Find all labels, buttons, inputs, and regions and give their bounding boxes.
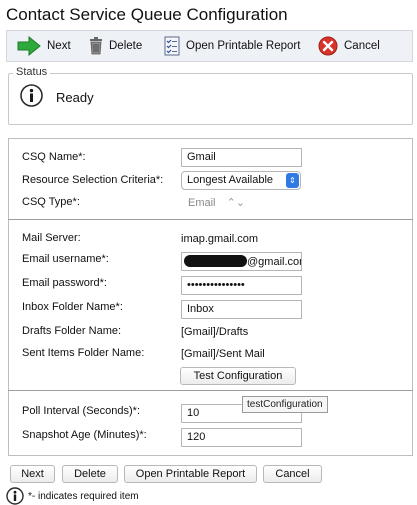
resource-selection-label: Resource Selection Criteria*: [22,174,164,186]
bottom-delete-button[interactable]: Delete [62,465,118,483]
email-password-input[interactable]: ••••••••••••••• [181,276,302,295]
toolbar: Next Delete Open Printable Report Cancel [6,30,413,62]
tooltip: testConfiguration [242,396,328,413]
mail-server-label: Mail Server: [22,232,81,244]
resource-selection-select[interactable]: Longest Available ⇕ [181,171,301,190]
email-password-label: Email password*: [22,277,107,289]
drafts-folder-value: [Gmail]/Drafts [181,326,249,338]
trash-icon [90,37,102,55]
open-printable-report-button[interactable]: Open Printable Report [164,31,300,61]
csq-name-label: CSQ Name*: [22,151,86,163]
separator [8,390,413,391]
resource-selection-value: Longest Available [187,174,274,186]
cancel-label: Cancel [344,40,380,52]
inbox-folder-input[interactable]: Inbox [181,300,302,319]
next-button[interactable]: Next [17,31,71,61]
snapshot-age-label: Snapshot Age (Minutes)*: [22,429,147,441]
info-icon [20,84,43,107]
cancel-button[interactable]: Cancel [318,31,380,61]
status-text: Ready [56,90,94,105]
print-label: Open Printable Report [186,40,301,52]
snapshot-age-input[interactable]: 120 [181,428,302,447]
delete-label: Delete [109,40,143,52]
bottom-cancel-button[interactable]: Cancel [263,465,322,483]
separator [8,219,413,220]
required-note: *- indicates required item [28,491,139,502]
select-arrows-icon: ⇕ [286,173,299,188]
test-configuration-button[interactable]: Test Configuration [180,367,296,385]
delete-button[interactable]: Delete [89,31,142,61]
red-x-icon [318,36,338,56]
page-title: Contact Service Queue Configuration [6,5,288,24]
next-label: Next [47,40,71,52]
drafts-folder-label: Drafts Folder Name: [22,325,122,337]
info-icon [6,487,24,505]
csq-type-label: CSQ Type*: [22,196,80,208]
bottom-next-button[interactable]: Next [10,465,55,483]
inbox-folder-label: Inbox Folder Name*: [22,301,123,313]
csq-type-value: Email [188,197,216,209]
green-arrow-icon [17,36,41,56]
poll-interval-label: Poll Interval (Seconds)*: [22,405,140,417]
email-username-label: Email username*: [22,253,109,265]
email-username-input[interactable]: @gmail.com [181,252,302,271]
redacted-block [184,255,247,267]
status-legend: Status [13,66,51,78]
bottom-print-button[interactable]: Open Printable Report [124,465,257,483]
sent-folder-label: Sent Items Folder Name: [22,347,145,359]
csq-type-select: Email ⌃⌄ [188,196,245,209]
csq-name-input[interactable]: Gmail [181,148,302,167]
checklist-icon [164,36,180,56]
sent-folder-value: [Gmail]/Sent Mail [181,348,265,360]
email-username-value: @gmail.com [247,256,301,268]
mail-server-value: imap.gmail.com [181,233,259,245]
chevron-updown-icon: ⌃⌄ [226,197,246,209]
